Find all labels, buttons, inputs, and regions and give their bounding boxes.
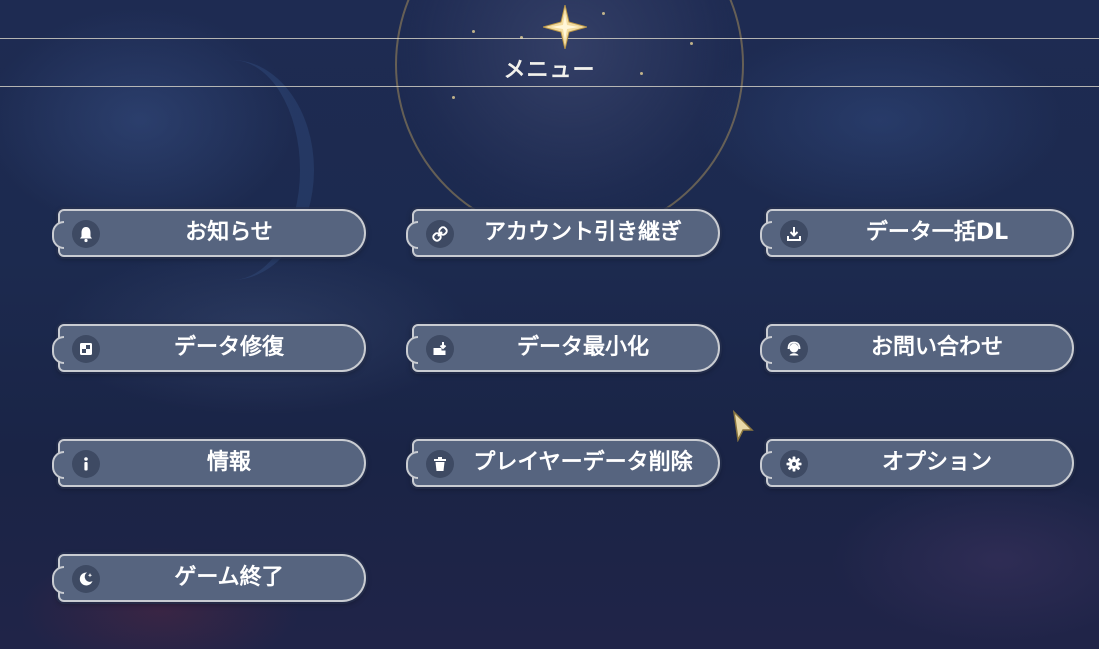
delete-player-data-label: プレイヤーデータ削除: [473, 450, 693, 475]
account-transfer-button[interactable]: アカウント引き継ぎ: [406, 209, 720, 257]
compass-star-icon: [543, 5, 587, 49]
info-icon: [72, 450, 100, 478]
info-button[interactable]: 情報: [52, 439, 366, 487]
data-repair-label: データ修復: [173, 335, 284, 360]
delete-player-data-button[interactable]: プレイヤーデータ削除: [406, 439, 720, 487]
page-title: メニュー: [503, 58, 596, 83]
contact-label: お問い合わせ: [870, 335, 1003, 360]
link-icon: [426, 220, 454, 248]
quit-game-button[interactable]: ゲーム終了: [52, 554, 366, 602]
star-dot: [690, 42, 693, 45]
star-dot: [602, 12, 605, 15]
info-label: 情報: [206, 450, 251, 475]
trash-icon: [426, 450, 454, 478]
notice-label: お知らせ: [185, 220, 273, 245]
account-transfer-label: アカウント引き継ぎ: [483, 220, 682, 245]
data-minimize-button[interactable]: データ最小化: [406, 324, 720, 372]
data-minimize-label: データ最小化: [516, 335, 649, 360]
download-icon: [780, 220, 808, 248]
options-label: オプション: [881, 450, 992, 475]
star-dot: [472, 30, 475, 33]
bulk-download-button[interactable]: データ一括DL: [760, 209, 1074, 257]
support-icon: [780, 335, 808, 363]
data-repair-button[interactable]: データ修復: [52, 324, 366, 372]
star-dot: [452, 96, 455, 99]
options-button[interactable]: オプション: [760, 439, 1074, 487]
gear-icon: [780, 450, 808, 478]
bulk-download-label: データ一括DL: [865, 220, 1009, 245]
repair-icon: [72, 335, 100, 363]
quit-game-label: ゲーム終了: [174, 565, 284, 590]
contact-button[interactable]: お問い合わせ: [760, 324, 1074, 372]
moon-icon: [72, 565, 100, 593]
header-bottom-line: [0, 86, 1099, 87]
pointer-cursor-icon: [732, 410, 754, 442]
bell-icon: [72, 220, 100, 248]
notice-button[interactable]: お知らせ: [52, 209, 366, 257]
minimize-icon: [426, 335, 454, 363]
